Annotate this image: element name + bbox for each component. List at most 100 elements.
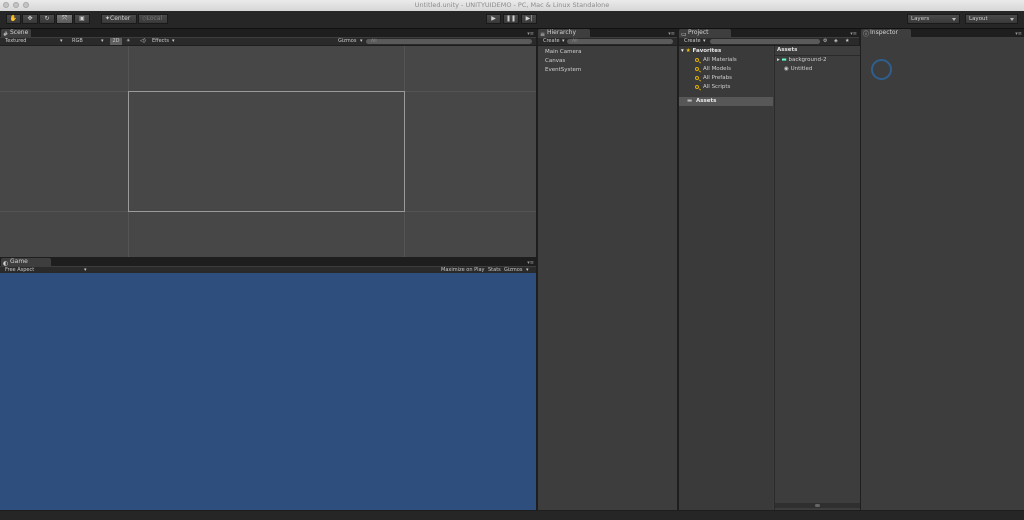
canvas-rect-outline[interactable] <box>128 91 405 212</box>
favorites-star-icon[interactable]: ★ <box>845 38 849 45</box>
step-icon: ▶| <box>525 15 533 22</box>
favorites-section[interactable]: ▾ ★ Favorites <box>681 48 721 54</box>
create-chevron-icon: ▾ <box>562 38 565 44</box>
search-icon <box>695 58 699 62</box>
scene-viewport[interactable] <box>0 46 536 257</box>
project-icon: ▭ <box>681 31 687 38</box>
info-icon: ⓘ <box>863 31 870 38</box>
gizmos-chevron-icon: ▾ <box>360 38 363 44</box>
main-toolbar: ✋ ✥ ↻ ⤧ ▣ ✦Center ◇Local ▶ ❚❚ ▶| Layers … <box>0 11 1024 29</box>
scene-panel: # Scene ▾≡ Textured ▾ RGB ▾ 2D ☀ ◁) Effec… <box>0 29 536 257</box>
audio-toggle-icon[interactable]: ◁) <box>140 38 146 45</box>
project-tab-label: Project <box>688 29 709 36</box>
space-label: Local <box>146 15 163 22</box>
asset-item[interactable]: ▸ ▬ background-2 <box>777 57 826 63</box>
panel-menu-icon[interactable]: ▾≡ <box>1015 31 1022 37</box>
inspector-panel: ⓘ Inspector ▾≡ <box>861 29 1024 510</box>
project-panel: ▭ Project ▾≡ Create ▾ ⚙ ◈ ★ ▾ ★ Favorites… <box>679 29 860 510</box>
scene-tab-strip: # Scene ▾≡ <box>0 29 536 38</box>
gizmos-dropdown[interactable]: Gizmos <box>338 38 356 45</box>
step-button[interactable]: ▶| <box>521 14 537 24</box>
shading-chevron-icon: ▾ <box>60 38 63 44</box>
layers-dropdown[interactable]: Layers <box>907 14 960 24</box>
panel-menu-icon[interactable]: ▾≡ <box>527 31 534 37</box>
lighting-toggle-icon[interactable]: ☀ <box>126 38 130 45</box>
favorite-item[interactable]: All Materials <box>703 57 737 63</box>
panel-menu-icon[interactable]: ▾≡ <box>850 31 857 37</box>
effects-dropdown[interactable]: Effects <box>152 38 169 45</box>
window-title: Untitled.unity - UNITYUIDEMO - PC, Mac &… <box>414 1 610 9</box>
favorites-star-icon: ★ <box>685 48 691 54</box>
hierarchy-item[interactable]: EventSystem <box>545 67 581 73</box>
favorite-item[interactable]: All Models <box>703 66 731 72</box>
unity-scene-icon: ◉ <box>784 66 789 72</box>
divider <box>775 55 860 56</box>
favorite-item[interactable]: All Prefabs <box>703 75 732 81</box>
asset-label: Untitled <box>790 66 813 72</box>
expand-arrow-icon: ▸ <box>777 57 780 63</box>
scene-icon: # <box>3 31 9 38</box>
play-button[interactable]: ▶ <box>486 14 501 24</box>
favorite-item[interactable]: All Scripts <box>703 84 730 90</box>
tab-scene[interactable]: # Scene <box>1 29 31 38</box>
search-icon <box>695 85 699 89</box>
effects-chevron-icon: ▾ <box>172 38 175 44</box>
game-tab-strip: ◐ Game ▾≡ <box>0 258 536 267</box>
hierarchy-item[interactable]: Main Camera <box>545 49 581 55</box>
hand-icon: ✋ <box>9 15 18 22</box>
rotate-icon: ↻ <box>44 15 50 22</box>
hierarchy-search-input[interactable]: All <box>567 39 673 44</box>
favorites-label: Favorites <box>692 48 722 54</box>
hierarchy-tab-label: Hierarchy <box>547 29 577 36</box>
panel-menu-icon[interactable]: ▾≡ <box>527 260 534 266</box>
project-create-dropdown[interactable]: Create <box>684 38 701 45</box>
asset-item[interactable]: ◉ Untitled <box>784 66 812 72</box>
hand-tool-button[interactable]: ✋ <box>6 14 21 24</box>
2d-toggle[interactable]: 2D <box>110 38 122 45</box>
render-mode-dropdown[interactable]: RGB <box>72 38 102 45</box>
image-asset-icon: ▬ <box>781 57 787 63</box>
scale-tool-button[interactable]: ⤧ <box>56 14 73 24</box>
game-icon: ◐ <box>3 260 9 267</box>
hierarchy-create-dropdown[interactable]: Create <box>543 38 560 45</box>
zoom-slider-handle[interactable] <box>815 504 820 507</box>
shading-mode-dropdown[interactable]: Textured <box>5 38 60 45</box>
layout-dropdown[interactable]: Layout <box>965 14 1018 24</box>
move-tool-button[interactable]: ✥ <box>22 14 38 24</box>
zoom-slider[interactable] <box>775 503 860 508</box>
rect-tool-button[interactable]: ▣ <box>74 14 90 24</box>
tab-hierarchy[interactable]: ≡ Hierarchy <box>538 29 590 38</box>
project-assets-list: Assets ▸ ▬ background-2 ◉ Untitled <box>774 46 860 510</box>
hierarchy-item[interactable]: Canvas <box>545 58 565 64</box>
rotate-tool-button[interactable]: ↻ <box>39 14 55 24</box>
assets-folder-row[interactable]: ▬ Assets <box>679 97 773 106</box>
panel-menu-icon[interactable]: ▾≡ <box>668 31 675 37</box>
move-icon: ✥ <box>27 15 33 22</box>
tab-project[interactable]: ▭ Project <box>679 29 731 38</box>
game-viewport[interactable] <box>0 273 536 510</box>
game-panel: ◐ Game ▾≡ Free Aspect ▾ Maximize on Play … <box>0 258 536 510</box>
project-search-input[interactable] <box>710 39 820 44</box>
hierarchy-icon: ≡ <box>540 31 546 38</box>
search-icon <box>695 67 699 71</box>
assets-folder-label: Assets <box>696 98 717 104</box>
pivot-label: Center <box>110 15 131 22</box>
scale-icon: ⤧ <box>62 15 67 22</box>
filter-by-label-icon[interactable]: ◈ <box>834 38 838 45</box>
pause-button[interactable]: ❚❚ <box>503 14 519 24</box>
tab-game[interactable]: ◐ Game <box>1 258 51 267</box>
hierarchy-panel: ≡ Hierarchy ▾≡ Create ▾ All Main Camera C… <box>538 29 677 510</box>
tab-inspector[interactable]: ⓘ Inspector <box>861 29 911 38</box>
inspector-tab-label: Inspector <box>870 29 898 36</box>
scene-search-input[interactable]: All <box>366 39 532 44</box>
assets-header: Assets <box>777 47 798 53</box>
create-chevron-icon: ▾ <box>703 38 706 44</box>
scene-control-bar: Textured ▾ RGB ▾ 2D ☀ ◁) Effects ▾ Gizmo… <box>0 38 536 46</box>
project-folder-tree: ▾ ★ Favorites All Materials All Models A… <box>679 46 773 510</box>
space-local-toggle[interactable]: ◇Local <box>138 14 168 24</box>
pivot-center-toggle[interactable]: ✦Center <box>101 14 137 24</box>
filter-by-type-icon[interactable]: ⚙ <box>823 38 827 45</box>
status-bar <box>0 511 1024 520</box>
folder-icon: ▬ <box>687 98 693 104</box>
scene-tab-label: Scene <box>10 29 29 36</box>
